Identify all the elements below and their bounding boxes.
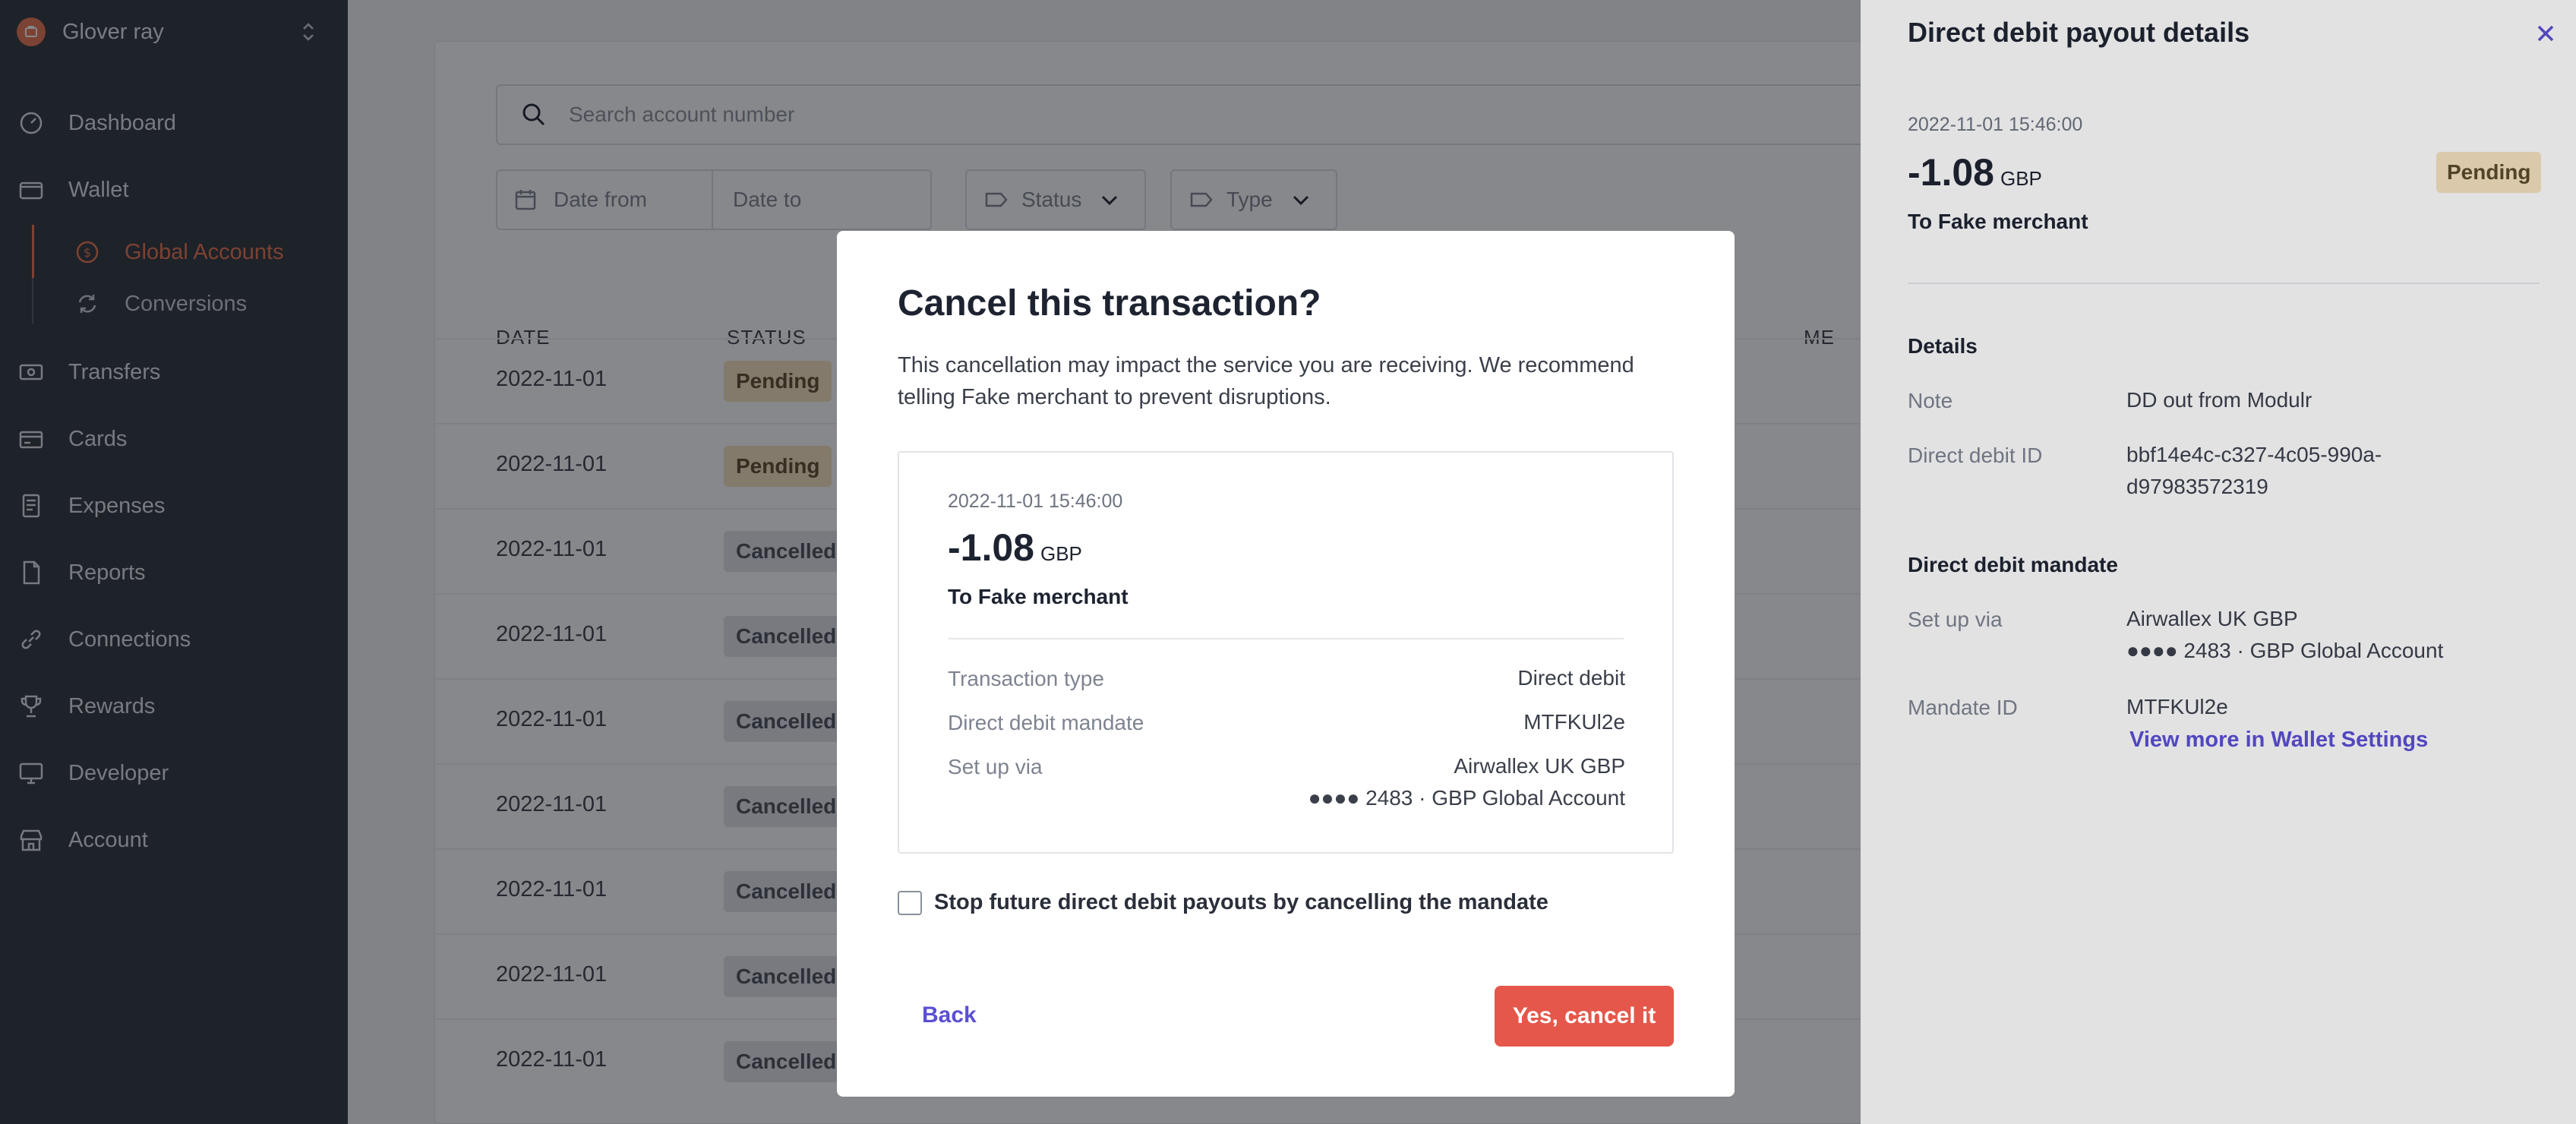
cancel-mandate-option[interactable]: Stop future direct debit payouts by canc… bbox=[898, 890, 1548, 915]
summary-amount: -1.08 GBP bbox=[948, 526, 1082, 570]
summary-amount-currency: GBP bbox=[1040, 542, 1082, 565]
setup-value: Airwallex UK GBP ●●●● 2483 · GBP Global … bbox=[1309, 750, 1625, 814]
cancel-mandate-checkbox[interactable] bbox=[898, 890, 922, 915]
modal-backdrop-panel[interactable] bbox=[1861, 0, 2576, 1124]
cancel-mandate-label[interactable]: Stop future direct debit payouts by canc… bbox=[934, 890, 1548, 915]
summary-amount-value: -1.08 bbox=[948, 526, 1034, 569]
summary-timestamp: 2022-11-01 15:46:00 bbox=[948, 491, 1123, 512]
transaction-summary: 2022-11-01 15:46:00 -1.08 GBP To Fake me… bbox=[898, 451, 1674, 854]
transaction-type-value: Direct debit bbox=[1517, 666, 1625, 690]
mandate-value: MTFKUl2e bbox=[1523, 710, 1625, 734]
setup-line: Airwallex UK GBP bbox=[1454, 754, 1625, 778]
modal-body-text: This cancellation may impact the service… bbox=[898, 353, 1634, 409]
confirm-cancel-button[interactable]: Yes, cancel it bbox=[1495, 986, 1674, 1047]
modal-title: Cancel this transaction? bbox=[898, 283, 1321, 324]
transaction-type-label: Transaction type bbox=[948, 667, 1104, 690]
summary-recipient: To Fake merchant bbox=[948, 585, 1129, 608]
mandate-label: Direct debit mandate bbox=[948, 711, 1144, 734]
setup-line: ●●●● 2483 · GBP Global Account bbox=[1308, 786, 1625, 810]
back-button[interactable]: Back bbox=[922, 1002, 977, 1028]
divider bbox=[948, 638, 1624, 639]
setup-label: Set up via bbox=[948, 755, 1043, 778]
cancel-transaction-modal: Cancel this transaction? This cancellati… bbox=[837, 231, 1735, 1097]
